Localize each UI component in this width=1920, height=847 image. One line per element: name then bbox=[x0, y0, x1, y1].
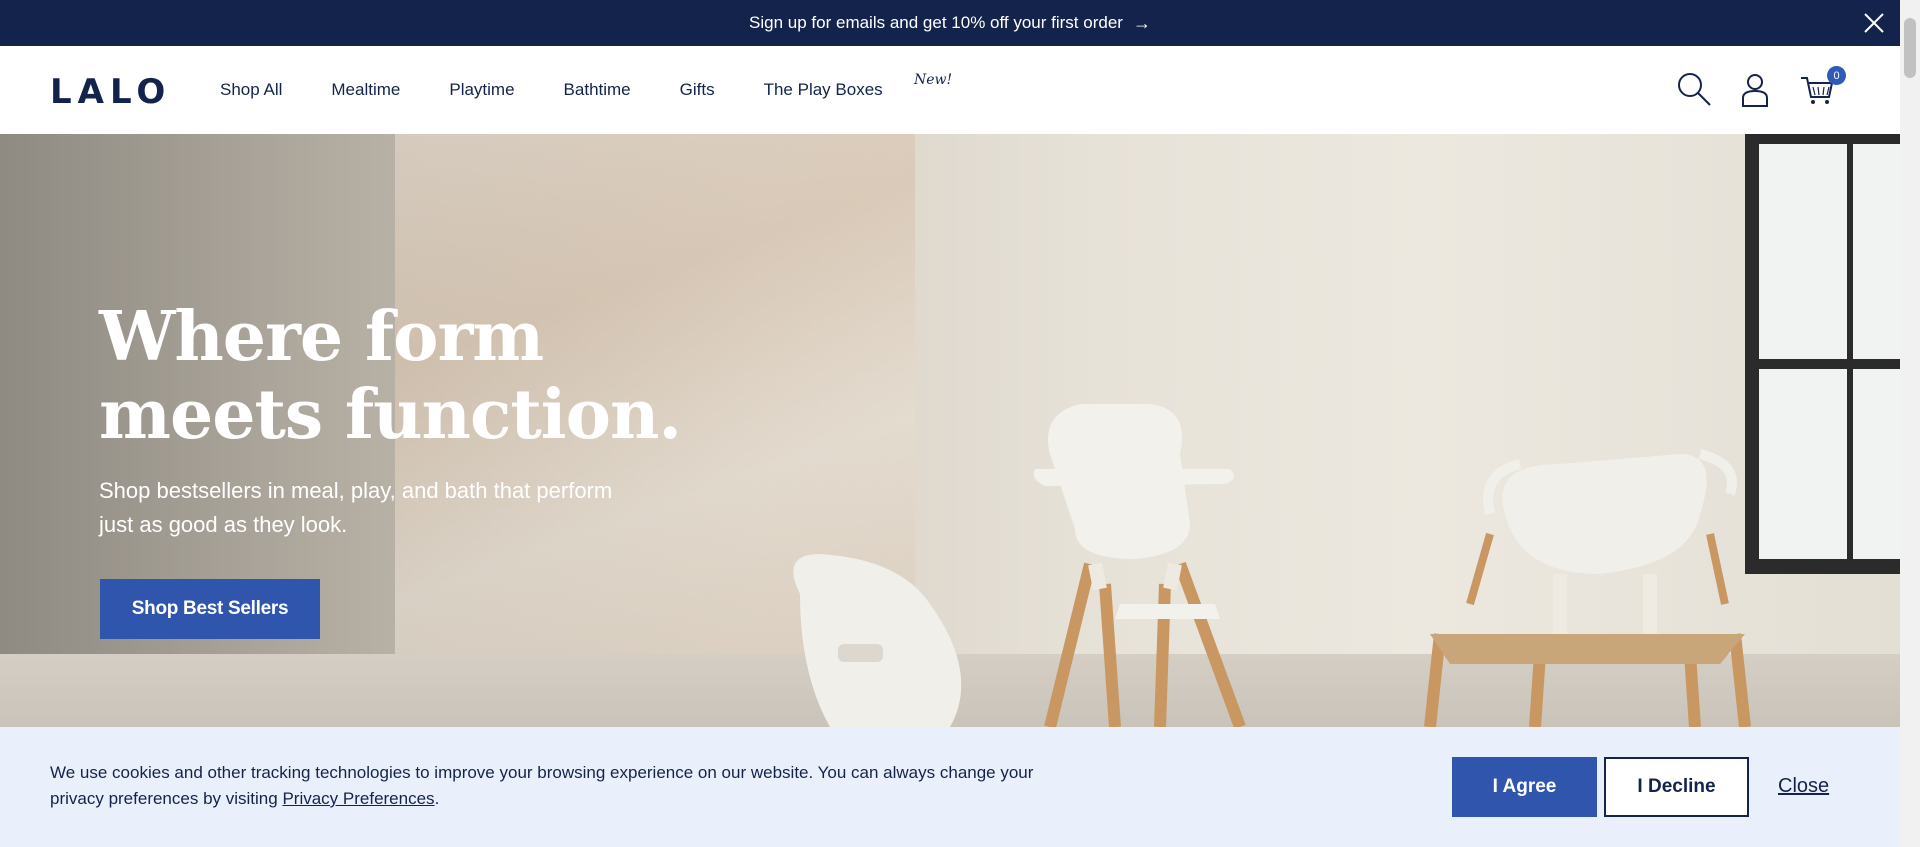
nav-bathtime[interactable]: Bathtime bbox=[564, 80, 631, 100]
decline-button[interactable]: I Decline bbox=[1604, 757, 1749, 817]
lalo-logo[interactable]: LALO bbox=[50, 72, 171, 112]
close-cookie-link[interactable]: Close bbox=[1778, 775, 1829, 798]
announcement-text: Sign up for emails and get 10% off your … bbox=[749, 13, 1123, 32]
new-badge: New! bbox=[914, 72, 953, 88]
close-icon[interactable] bbox=[1862, 11, 1886, 35]
privacy-preferences-link[interactable]: Privacy Preferences bbox=[282, 789, 434, 808]
hero-subtitle: Shop bestsellers in meal, play, and bath… bbox=[99, 478, 613, 537]
email-signup-link[interactable]: Sign up for emails and get 10% off your … bbox=[749, 13, 1151, 34]
page-scrollbar[interactable] bbox=[1900, 0, 1920, 847]
cart-count-badge: 0 bbox=[1827, 66, 1846, 85]
nav-shop-all[interactable]: Shop All bbox=[220, 80, 282, 100]
cookie-text: We use cookies and other tracking techno… bbox=[50, 763, 1034, 808]
stool-with-seat bbox=[1424, 449, 1751, 727]
cookie-banner: We use cookies and other tracking techno… bbox=[0, 727, 1900, 847]
nav-gifts[interactable]: Gifts bbox=[680, 80, 715, 100]
announcement-bar: Sign up for emails and get 10% off your … bbox=[0, 0, 1900, 46]
search-icon[interactable] bbox=[1675, 70, 1713, 108]
agree-button[interactable]: I Agree bbox=[1452, 757, 1597, 817]
shop-best-sellers-button[interactable]: Shop Best Sellers bbox=[100, 579, 320, 639]
cookie-message: We use cookies and other tracking techno… bbox=[50, 760, 1070, 812]
arrow-right-icon: → bbox=[1132, 12, 1151, 33]
scrollbar-thumb[interactable] bbox=[1904, 18, 1916, 78]
main-nav: Shop All Mealtime Playtime Bathtime Gift… bbox=[220, 46, 883, 134]
account-icon[interactable] bbox=[1736, 70, 1774, 108]
hero-banner: Where form meets function. Shop bestsell… bbox=[0, 134, 1900, 727]
cookie-text-end: . bbox=[434, 789, 440, 808]
nav-playtime[interactable]: Playtime bbox=[449, 80, 514, 100]
bouncer-shell bbox=[793, 554, 962, 727]
nav-mealtime[interactable]: Mealtime bbox=[331, 80, 400, 100]
nav-play-boxes[interactable]: The Play Boxes bbox=[764, 80, 883, 100]
high-chair bbox=[1033, 404, 1246, 727]
site-header: LALO Shop All Mealtime Playtime Bathtime… bbox=[0, 46, 1900, 134]
hero-title: Where form meets function. bbox=[99, 297, 682, 455]
